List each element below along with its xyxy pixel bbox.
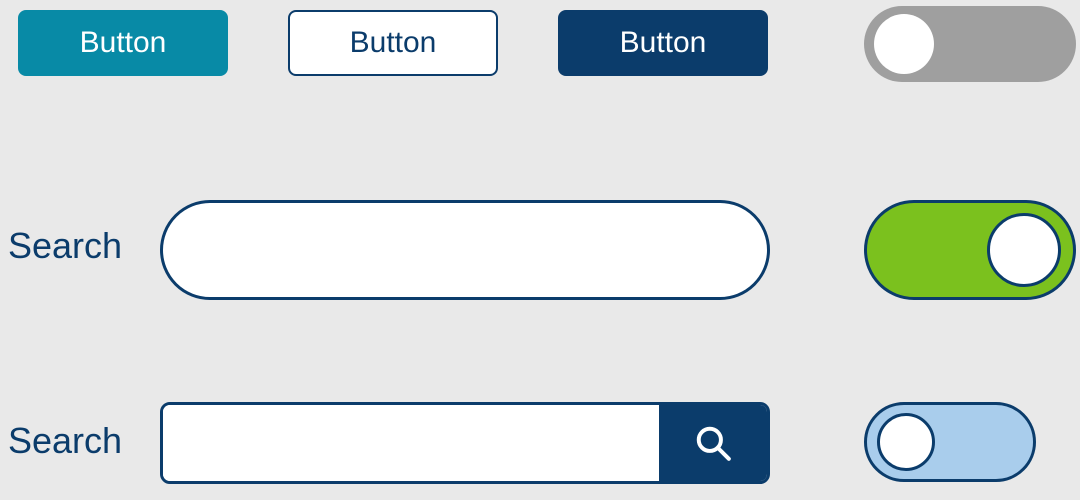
toggle-knob	[987, 213, 1061, 287]
search-rect-label: Search	[8, 420, 122, 462]
search-pill-input[interactable]	[160, 200, 770, 300]
button-navy[interactable]: Button	[558, 10, 768, 76]
search-icon	[694, 424, 732, 462]
button-teal[interactable]: Button	[18, 10, 228, 76]
toggle-knob	[877, 413, 935, 471]
toggle-green[interactable]	[864, 200, 1076, 300]
search-rect-input[interactable]	[163, 405, 659, 481]
search-submit-button[interactable]	[659, 405, 767, 481]
toggle-lightblue[interactable]	[864, 402, 1036, 482]
search-pill-label: Search	[8, 225, 122, 267]
search-rect-container	[160, 402, 770, 484]
toggle-grey[interactable]	[864, 6, 1076, 82]
button-outline[interactable]: Button	[288, 10, 498, 76]
toggle-knob	[874, 14, 934, 74]
